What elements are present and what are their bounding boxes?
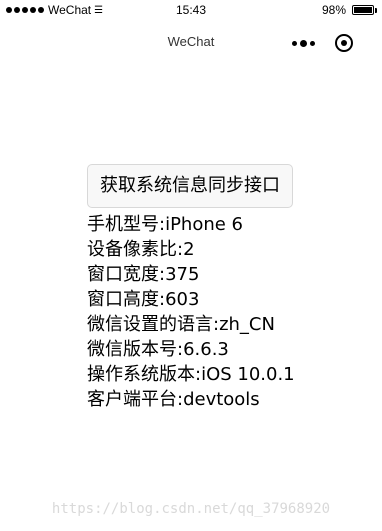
battery-percent: 98% (321, 3, 346, 17)
more-options-icon[interactable] (292, 40, 315, 47)
info-line-window-width: 窗口宽度:375 (87, 264, 200, 285)
watermark: https://blog.csdn.net/qq_37968920 (51, 501, 331, 517)
navigation-bar: WeChat (0, 22, 382, 60)
info-line-os-version: 操作系统版本:iOS 10.0.1 (87, 364, 295, 385)
info-line-pixel-ratio: 设备像素比:2 (87, 239, 195, 260)
battery-icon (352, 5, 377, 15)
close-miniprogram-icon[interactable] (335, 34, 353, 52)
info-line-platform: 客户端平台:devtools (87, 389, 260, 410)
status-bar-right: 98% (321, 3, 377, 17)
main-content: 获取系统信息同步接口 手机型号:iPhone 6 设备像素比:2 窗口宽度:37… (87, 164, 295, 412)
status-bar: WeChat ☰ 15:43 98% (0, 0, 382, 20)
nav-title: WeChat (167, 34, 215, 49)
info-line-window-height: 窗口高度:603 (87, 289, 200, 310)
info-line-wechat-version: 微信版本号:6.6.3 (87, 339, 229, 360)
system-info-list: 手机型号:iPhone 6 设备像素比:2 窗口宽度:375 窗口高度:603 … (87, 212, 295, 412)
battery-fill (354, 7, 372, 13)
info-line-language: 微信设置的语言:zh_CN (87, 314, 275, 335)
info-line-model: 手机型号:iPhone 6 (87, 214, 243, 235)
get-system-info-button[interactable]: 获取系统信息同步接口 (87, 164, 293, 208)
